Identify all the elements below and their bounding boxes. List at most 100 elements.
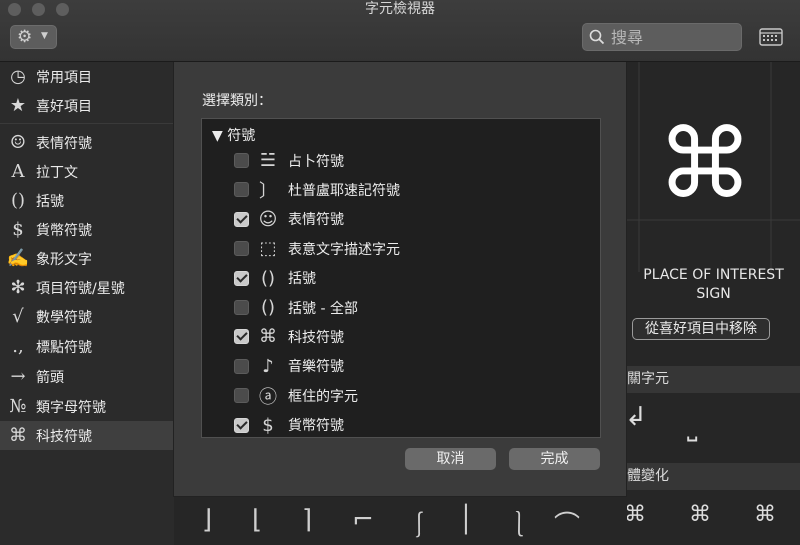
search-field[interactable] (582, 23, 742, 51)
related-glyph[interactable]: ↲ (625, 402, 647, 432)
command-key-icon: ⌘ (259, 326, 277, 348)
sidebar-item-emoji[interactable]: ☺ 表情符號 (0, 128, 174, 157)
latin-letter-icon: A (11, 161, 25, 182)
glyph-cell[interactable]: ⌊ (252, 505, 262, 535)
star-icon: ★ (9, 95, 27, 116)
customize-list-sheet: 選擇類別： ▼ 符號 ☱ 占卜符號〕杜普盧耶速記符號 ☺ 表情符號 ⬚ 表意文字描述字元 (… (173, 62, 627, 497)
category-label: 括號 - 全部 (288, 300, 358, 317)
related-glyph[interactable]: ⎵ (687, 412, 697, 443)
category-row[interactable]: ⌘ 科技符號 (202, 322, 600, 351)
punctuation-icon: ., (12, 336, 24, 357)
sidebar-item-label: 數學符號 (36, 309, 92, 326)
search-input[interactable] (611, 26, 731, 48)
category-row[interactable]: () 括號 - 全部 (202, 293, 600, 322)
glyph-cell[interactable]: ⎰ (406, 505, 432, 542)
category-label: 表情符號 (288, 212, 344, 229)
parentheses-icon: () (260, 267, 276, 289)
category-label: 表意文字描述字元 (288, 241, 400, 258)
sidebar-item-label: 科技符號 (36, 428, 92, 445)
sidebar-item-label: 貨幣符號 (36, 222, 92, 239)
category-label: 音樂符號 (288, 359, 344, 376)
category-checkbox[interactable] (234, 211, 249, 227)
character-grid: ⌋ ⌊ ⌉ ⌐ ⎰ │ ⎱ ⌒ (174, 497, 627, 545)
sidebar-item-label: 常用項目 (36, 69, 92, 86)
command-key-icon: ⌘ (9, 425, 27, 446)
category-sidebar: ◷ 常用項目 ★ 喜好項目 ☺ 表情符號 A 拉丁文 () 括號 $ 貨幣符號 … (0, 62, 174, 545)
search-icon (589, 29, 605, 45)
category-row[interactable]: () 括號 (202, 264, 600, 293)
category-checkbox[interactable] (234, 270, 249, 286)
sidebar-item-label: 拉丁文 (36, 164, 78, 181)
select-categories-label: 選擇類別： (202, 93, 272, 109)
category-row[interactable]: 〕杜普盧耶速記符號 (202, 175, 600, 204)
glyph-cell[interactable]: ⌒ (554, 505, 580, 542)
writing-hand-icon: ✍ (6, 248, 30, 269)
sidebar-item-latin[interactable]: A 拉丁文 (0, 157, 174, 186)
category-row[interactable]: ⓐ 框住的字元 (202, 381, 600, 410)
clock-icon: ◷ (10, 66, 26, 87)
category-checklist[interactable]: ▼ 符號 ☱ 占卜符號〕杜普盧耶速記符號 ☺ 表情符號 ⬚ 表意文字描述字元 () 括號 () 括… (201, 118, 601, 438)
title-bar: 字元檢視器 ⚙ ▼ (0, 0, 800, 62)
sidebar-divider (0, 123, 174, 124)
category-checkbox[interactable] (234, 241, 249, 257)
category-checkbox[interactable] (234, 300, 249, 315)
sidebar-item-technical[interactable]: ⌘ 科技符號 (0, 421, 174, 450)
character-name: PLACE OF INTEREST SIGN (643, 267, 784, 302)
keyboard-viewer-icon[interactable] (759, 27, 783, 47)
ideographic-box-icon: ⬚ (259, 238, 277, 260)
glyph-cell[interactable]: │ (458, 505, 474, 535)
category-checkbox[interactable] (234, 388, 249, 404)
glyph-cell[interactable]: ⌉ (302, 505, 312, 535)
circled-letter-icon: ⓐ (259, 386, 277, 408)
character-detail-pane: ⌘ PLACE OF INTEREST SIGN 從喜好項目中移除 關字元 ↲ … (624, 62, 800, 545)
divination-icon: ☱ (259, 150, 277, 171)
sidebar-item-currency[interactable]: $ 貨幣符號 (0, 215, 174, 244)
sidebar-item-label: 象形文字 (36, 251, 92, 268)
glyph-cell[interactable]: ⌐ (352, 505, 374, 535)
music-note-icon: ♪ (262, 355, 274, 377)
category-checkbox[interactable] (234, 182, 249, 198)
sidebar-item-arrows[interactable]: → 箭頭 (0, 362, 174, 391)
sidebar-item-label: 喜好項目 (36, 98, 92, 115)
category-label: 杜普盧耶速記符號 (288, 182, 400, 199)
category-label: 科技符號 (288, 329, 344, 346)
category-row[interactable]: ☺ 表情符號 (202, 205, 600, 234)
category-checkbox[interactable] (234, 329, 249, 345)
sidebar-item-label: 類字母符號 (36, 399, 106, 416)
sidebar-item-pictographs[interactable]: ✍ 象形文字 (0, 244, 174, 273)
sidebar-item-punctuation[interactable]: ., 標點符號 (0, 332, 174, 361)
category-checkbox[interactable] (234, 358, 249, 374)
variant-glyph[interactable]: ⌘ (689, 502, 711, 527)
font-variations-header: 體變化 (627, 463, 800, 490)
variant-glyph[interactable]: ⌘ (624, 502, 646, 527)
sidebar-item-frequently-used[interactable]: ◷ 常用項目 (0, 62, 174, 91)
sidebar-item-bullets-stars[interactable]: ✻ 項目符號/星號 (0, 273, 174, 302)
remove-from-favorites-button[interactable]: 從喜好項目中移除 (632, 318, 770, 340)
category-row[interactable]: ☱ 占卜符號 (202, 146, 600, 175)
glyph-cell[interactable]: ⎱ (506, 505, 532, 542)
category-row[interactable]: ♪ 音樂符號 (202, 352, 600, 381)
done-button[interactable]: 完成 (509, 448, 600, 470)
shorthand-icon: 〕 (259, 180, 277, 202)
action-menu-button[interactable]: ⚙ ▼ (10, 25, 57, 49)
category-label: 貨幣符號 (288, 418, 344, 435)
category-row[interactable]: ⬚ 表意文字描述字元 (202, 234, 600, 263)
sidebar-item-math[interactable]: √ 數學符號 (0, 302, 174, 331)
dollar-icon: $ (262, 414, 274, 436)
sidebar-item-brackets[interactable]: () 括號 (0, 186, 174, 215)
asterisk-icon: ✻ (10, 277, 26, 298)
window-title: 字元檢視器 (365, 1, 435, 17)
category-checkbox[interactable] (234, 153, 249, 168)
sidebar-item-favorites[interactable]: ★ 喜好項目 (0, 91, 174, 120)
variant-glyph[interactable]: ⌘ (754, 502, 776, 527)
sidebar-item-letterlike[interactable]: № 類字母符號 (0, 392, 174, 421)
dollar-icon: $ (12, 219, 24, 240)
glyph-cell[interactable]: ⌋ (202, 505, 212, 535)
symbols-group-toggle[interactable]: ▼ 符號 (212, 125, 255, 145)
chevron-down-icon: ▼ (41, 31, 48, 41)
sidebar-item-label: 括號 (36, 193, 64, 210)
category-checkbox[interactable] (234, 417, 249, 433)
category-row[interactable]: $ 貨幣符號 (202, 411, 600, 437)
sidebar-item-label: 項目符號/星號 (36, 280, 125, 297)
cancel-button[interactable]: 取消 (405, 448, 496, 470)
